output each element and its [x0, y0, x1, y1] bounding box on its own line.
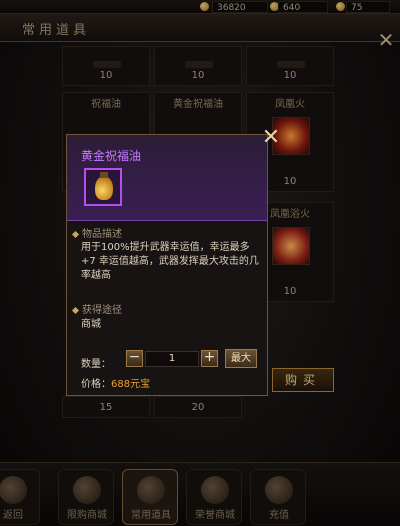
price-row: 价格：688元宝	[81, 375, 150, 390]
popup-header: 黄金祝福油	[67, 135, 267, 221]
item-slot	[84, 168, 122, 206]
popup-close-icon[interactable]: ✕	[260, 127, 282, 149]
quantity-input[interactable]: 1	[145, 351, 199, 367]
item-detail-popup: 黄金祝福油 ✕ 物品描述 用于100%提升武器幸运值，幸运最多+7 幸运值越高，…	[66, 127, 280, 396]
price-label: 价格：	[81, 379, 111, 390]
price-value: 688元宝	[111, 379, 151, 390]
quantity-max-button[interactable]: 最大	[225, 349, 257, 368]
quantity-minus-button[interactable]: −	[126, 350, 143, 367]
item-source: 商城	[81, 319, 101, 330]
bottle-cap-icon	[100, 172, 108, 178]
bullet-icon	[71, 306, 80, 314]
game-screen: 36820 640 75 常用道具 ✕ 10 10 10 祝福油 黄金祝福油 凤…	[0, 0, 400, 526]
quantity-label: 数量：	[81, 359, 111, 370]
source-heading: 获得途径	[71, 301, 122, 316]
bullet-icon	[71, 230, 80, 238]
oil-bottle-icon	[95, 176, 113, 200]
item-title: 黄金祝福油	[81, 149, 142, 163]
item-description: 用于100%提升武器幸运值，幸运最多+7 幸运值越高，武器发挥最大攻击的几率越高	[81, 242, 259, 281]
quantity-plus-button[interactable]: +	[201, 350, 218, 367]
desc-heading: 物品描述	[71, 225, 122, 240]
desc-heading-label: 物品描述	[82, 229, 122, 240]
